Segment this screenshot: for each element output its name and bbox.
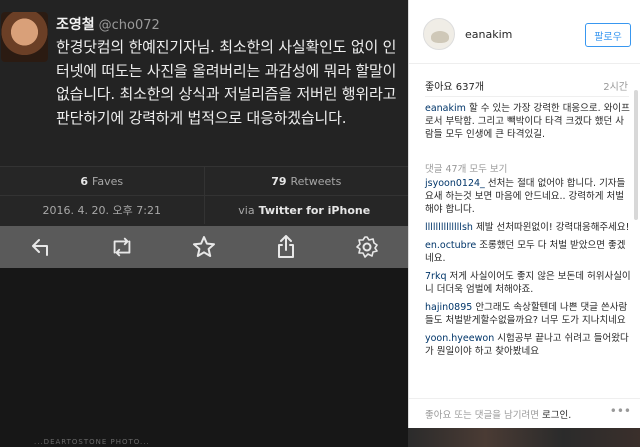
faves-stat[interactable]: 6 Faves (0, 167, 204, 195)
comment-username[interactable]: en.octubre (425, 240, 476, 251)
view-all-comments-link[interactable]: 댓글 47개 모두 보기 (425, 161, 507, 175)
follow-button[interactable]: 팔로우 (585, 23, 631, 47)
divider (425, 96, 629, 97)
retweet-icon[interactable] (109, 234, 135, 260)
comment-item: llllllllllllllsh 제발 선처따윈없이! 강력대응해주세요! (425, 221, 631, 234)
retweets-count: 79 (271, 174, 287, 188)
faves-count: 6 (80, 174, 89, 188)
background-photo-strip (408, 428, 640, 447)
instagram-username[interactable]: eanakim (465, 28, 512, 41)
photo-watermark: ...DEARTOSTONE PHOTO... (34, 438, 150, 446)
tweet-screenshot: 조영철 @cho072 한경닷컴의 한예진기자님. 최소한의 사실확인도 없이 인… (0, 0, 408, 447)
comment-item: hajin0895 안그래도 속상할텐데 나쁜 댓글 쓴사람들도 처벌받게할수없… (425, 301, 631, 327)
post-caption: eanakim 할 수 있는 가장 강력한 대응으로. 와이프로서 부탁함. 그… (425, 102, 631, 141)
login-prompt-text: 좋아요 또는 댓글을 남기려면 (425, 410, 539, 421)
comment-item: 7rkq 저게 사실이어도 좋지 않은 보돈데 허위사실이니 더더욱 엄벌에 처… (425, 270, 631, 296)
instagram-avatar[interactable] (423, 18, 455, 50)
via-prefix: via (238, 203, 255, 217)
comment-item: jsyoon0124_ 선처는 절대 없어야 합니다. 기자들 요새 하는것 보… (425, 177, 631, 216)
share-icon[interactable] (273, 234, 299, 260)
tweet-info-row: 2016. 4. 20. 오후 7:21 via Twitter for iPh… (0, 195, 408, 224)
tweet-author-name[interactable]: 조영철 (56, 17, 95, 33)
tweet-background-area (0, 268, 408, 447)
tweet-date: 2016. 4. 20. 오후 7:21 (42, 204, 161, 217)
retweets-label: Retweets (290, 174, 342, 188)
settings-icon[interactable] (354, 234, 380, 260)
tweet-action-bar (0, 226, 408, 268)
faves-label: Faves (92, 174, 124, 188)
comments-scrollbar[interactable] (634, 90, 638, 220)
comment-text: 저게 사실이어도 좋지 않은 보돈데 허위사실이니 더더욱 엄벌에 처해야죠. (425, 271, 631, 295)
instagram-post: eanakim 팔로우 좋아요 637개 2시간 eanakim 할 수 있는 … (408, 0, 640, 428)
retweets-stat[interactable]: 79 Retweets (203, 167, 409, 195)
via-source[interactable]: Twitter for iPhone (259, 204, 371, 217)
comment-text: 제발 선처따윈없이! 강력대응해주세요! (475, 222, 630, 233)
tweet-author-line: 조영철 @cho072 (56, 14, 160, 34)
comment-list: jsyoon0124_ 선처는 절대 없어야 합니다. 기자들 요새 하는것 보… (425, 177, 631, 363)
tweet-meta: 6 Faves 79 Retweets 2016. 4. 20. 오후 7:21… (0, 166, 408, 226)
tweet-author-handle[interactable]: @cho072 (99, 18, 160, 33)
tweet-text: 한경닷컴의 한예진기자님. 최소한의 사실확인도 없이 인터넷에 떠도는 사진을… (56, 38, 397, 127)
likes-count[interactable]: 좋아요 637개 (425, 78, 484, 93)
comment-item: en.octubre 조롱했던 모두 다 처벌 받았으면 좋겠네요. (425, 239, 631, 265)
more-options-icon[interactable]: ••• (610, 404, 631, 418)
instagram-footer: 좋아요 또는 댓글을 남기려면 로그인. ••• (409, 398, 640, 428)
tweet-body: 조영철 @cho072 한경닷컴의 한예진기자님. 최소한의 사실확인도 없이 인… (0, 0, 408, 166)
instagram-header: eanakim 팔로우 (409, 0, 640, 64)
caption-username[interactable]: eanakim (425, 103, 466, 114)
login-link[interactable]: 로그인. (542, 410, 571, 421)
tweet-author-avatar[interactable] (1, 12, 48, 62)
comment-username[interactable]: jsyoon0124_ (425, 178, 485, 189)
tweet-via: via Twitter for iPhone (203, 196, 409, 224)
comment-username[interactable]: 7rkq (425, 271, 446, 282)
post-time[interactable]: 2시간 (603, 78, 628, 93)
comment-item: yoon.hyeewon 시험공부 끝나고 쉬려고 들어왔다가 뭔일이야 하고 … (425, 332, 631, 358)
login-prompt: 좋아요 또는 댓글을 남기려면 로그인. (425, 407, 571, 421)
comment-username[interactable]: yoon.hyeewon (425, 333, 494, 344)
comment-username[interactable]: llllllllllllllsh (425, 222, 473, 233)
tweet-stats-row: 6 Faves 79 Retweets (0, 166, 408, 195)
reply-icon[interactable] (28, 234, 54, 260)
comment-username[interactable]: hajin0895 (425, 302, 472, 313)
favorite-icon[interactable] (191, 234, 217, 260)
